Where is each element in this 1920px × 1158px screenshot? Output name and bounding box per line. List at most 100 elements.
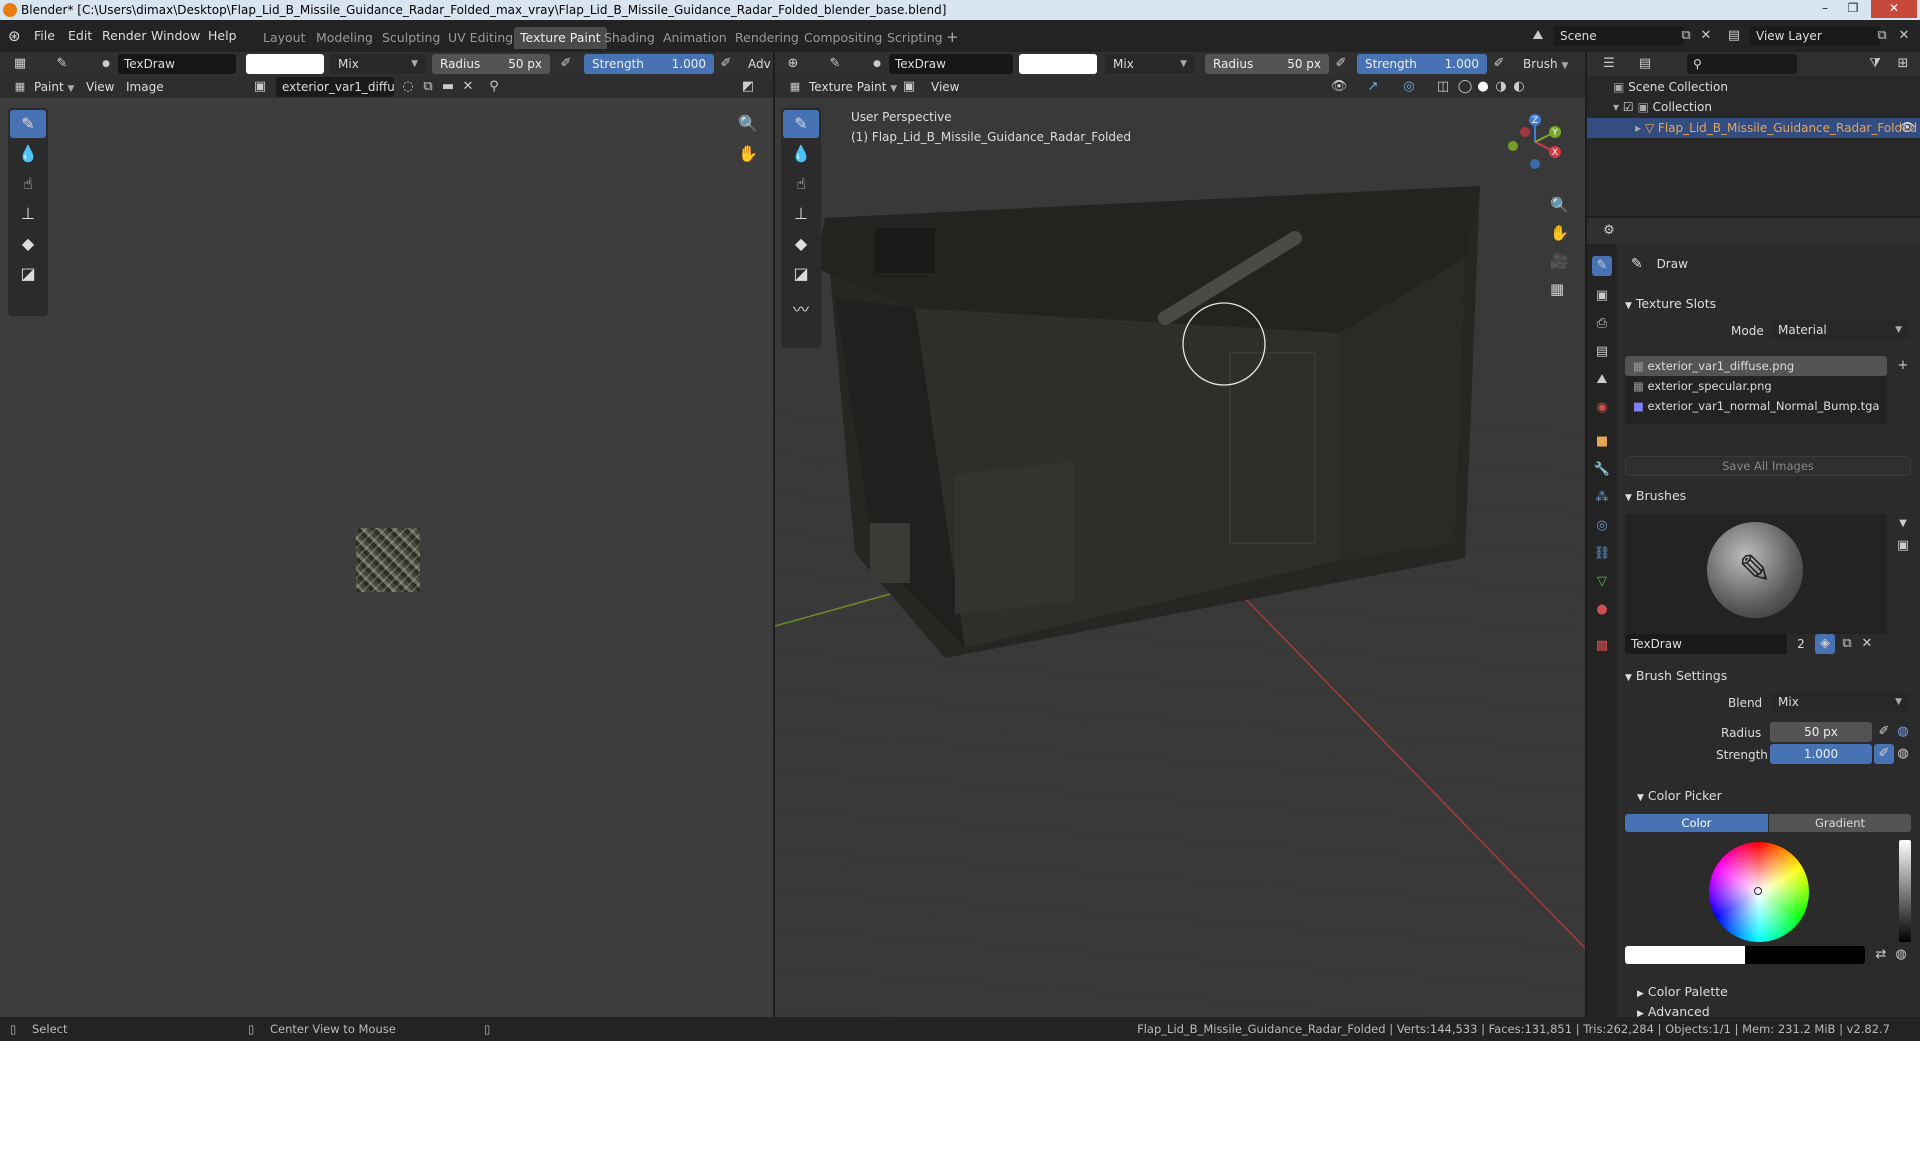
pressure-icon[interactable]: ✐ bbox=[1874, 722, 1894, 742]
tab-texture-paint[interactable]: Texture Paint bbox=[514, 27, 607, 49]
scene-field[interactable]: Scene bbox=[1554, 26, 1684, 46]
zoom-icon[interactable]: 🔍 bbox=[1550, 196, 1569, 214]
strength-pressure-icon[interactable]: ✐ bbox=[716, 54, 736, 74]
tab-color[interactable]: Color bbox=[1625, 814, 1768, 832]
3d-viewport[interactable]: User Perspective (1) Flap_Lid_B_Missile_… bbox=[775, 98, 1585, 1017]
minimize-button[interactable]: – bbox=[1811, 0, 1839, 18]
blend-dropdown[interactable]: Mix ▼ bbox=[1105, 54, 1195, 74]
unlink-image-icon[interactable]: ✕ bbox=[458, 77, 478, 97]
grid-view-icon[interactable]: ▦ bbox=[1550, 280, 1564, 298]
pan-hand-icon[interactable]: ✋ bbox=[738, 144, 758, 163]
soften-tool-icon[interactable]: 💧 bbox=[783, 140, 819, 168]
tab-rendering[interactable]: Rendering bbox=[729, 27, 805, 49]
delete-view-layer-icon[interactable]: ✕ bbox=[1894, 26, 1914, 46]
secondary-color-swatch[interactable] bbox=[1745, 946, 1865, 964]
tab-shading[interactable]: Shading bbox=[598, 27, 661, 49]
tab-modeling[interactable]: Modeling bbox=[310, 27, 379, 49]
brush-preview-box[interactable]: ✎ bbox=[1625, 514, 1887, 634]
strength-field[interactable]: Strength 1.000 bbox=[584, 54, 714, 74]
new-image-icon[interactable]: ⧉ bbox=[418, 77, 438, 97]
zoom-icon[interactable]: 🔍 bbox=[738, 114, 758, 133]
visibility-icon[interactable]: 👁 bbox=[1329, 77, 1349, 97]
view-layer-tab-icon[interactable]: ▤ bbox=[1592, 342, 1612, 362]
scene-icon[interactable]: ⛰ bbox=[1528, 26, 1548, 46]
tab-layout[interactable]: Layout bbox=[257, 27, 312, 49]
outliner-editor-type-icon[interactable]: ☰ bbox=[1599, 54, 1619, 74]
eye-icon[interactable]: 👁 bbox=[1900, 120, 1915, 134]
texture-slot-item[interactable]: ■ exterior_var1_normal_Normal_Bump.tga bbox=[1625, 396, 1879, 416]
editor-type-icon[interactable]: ⊕ bbox=[783, 54, 803, 74]
swap-colors-icon[interactable]: ⇄ bbox=[1871, 945, 1891, 965]
color-wheel-cursor[interactable] bbox=[1754, 887, 1762, 895]
unified-size-icon[interactable]: ◍ bbox=[1893, 722, 1913, 742]
new-scene-icon[interactable]: ⧉ bbox=[1676, 26, 1696, 46]
unlink-brush-icon[interactable]: ✕ bbox=[1857, 634, 1877, 654]
unified-color-icon[interactable]: ◍ bbox=[1891, 945, 1911, 965]
image-editor-canvas[interactable]: ✎ 💧 ☝ ⊥ ◆ ◪ 🔍 ✋ bbox=[0, 98, 773, 1017]
smear-tool-icon[interactable]: ☝ bbox=[783, 170, 819, 198]
outliner-search-input[interactable]: ⚲ bbox=[1687, 54, 1797, 74]
tool-tab-icon[interactable]: ✎ bbox=[1592, 256, 1612, 276]
blend-dropdown[interactable]: Mix ▼ bbox=[330, 54, 426, 74]
display-mode-icon[interactable]: ▤ bbox=[1635, 54, 1655, 74]
menu-view[interactable]: View bbox=[86, 77, 114, 97]
add-workspace-icon[interactable]: + bbox=[946, 28, 959, 46]
menu-image[interactable]: Image bbox=[126, 77, 164, 97]
image-browse-icon[interactable]: ▣ bbox=[250, 77, 270, 97]
data-tab-icon[interactable]: ▽ bbox=[1592, 572, 1612, 592]
texture-slot-item[interactable]: ▦ exterior_var1_diffuse.png bbox=[1625, 356, 1887, 376]
advanced-panel-header[interactable]: ▶ Advanced bbox=[1637, 1004, 1710, 1017]
tab-uv-editing[interactable]: UV Editing bbox=[442, 27, 519, 49]
save-all-images-button[interactable]: Save All Images bbox=[1625, 456, 1911, 476]
pressure-icon[interactable]: ✐ bbox=[556, 54, 576, 74]
strength-field[interactable]: 1.000 bbox=[1770, 744, 1872, 764]
strength-pressure-icon[interactable]: ✐ bbox=[1874, 744, 1894, 764]
view-layer-icon[interactable]: ▤ bbox=[1724, 26, 1744, 46]
menu-file[interactable]: File bbox=[34, 26, 55, 46]
scene-tab-icon[interactable]: ⛰ bbox=[1592, 370, 1612, 390]
close-button[interactable]: ✕ bbox=[1871, 0, 1917, 18]
outliner-item-object[interactable]: ▸ ▽ Flap_Lid_B_Missile_Guidance_Radar_Fo… bbox=[1587, 118, 1920, 138]
expand-icon[interactable]: ▾ bbox=[1613, 100, 1619, 114]
menu-render[interactable]: Render bbox=[102, 26, 147, 46]
mask-tool-icon[interactable]: ◪ bbox=[783, 260, 819, 288]
editor-type-icon[interactable]: ▦ bbox=[10, 54, 30, 74]
brush-menu[interactable]: Brush ▼ bbox=[1523, 54, 1568, 74]
fill-tool-icon[interactable]: ◆ bbox=[10, 230, 46, 258]
wireframe-shading-icon[interactable]: ◯ bbox=[1455, 77, 1475, 97]
draw-tool-icon[interactable]: ✎ bbox=[10, 110, 46, 138]
brush-name-field[interactable]: TexDraw bbox=[1625, 634, 1787, 654]
new-brush-icon[interactable]: ⧉ bbox=[1837, 634, 1857, 654]
strength-field[interactable]: Strength 1.000 bbox=[1357, 54, 1487, 74]
brush-datablock-icon[interactable]: ● bbox=[96, 54, 116, 74]
gizmo-toggle-icon[interactable]: ↗ bbox=[1363, 77, 1383, 97]
fill-tool-icon[interactable]: ◆ bbox=[783, 230, 819, 258]
open-image-icon[interactable]: ▬ bbox=[438, 77, 458, 97]
add-slot-icon[interactable]: + bbox=[1893, 356, 1913, 376]
tab-gradient[interactable]: Gradient bbox=[1769, 814, 1911, 832]
xray-icon[interactable]: ◫ bbox=[1433, 77, 1453, 97]
output-tab-icon[interactable]: ⎙ bbox=[1592, 314, 1612, 334]
brush-name-field[interactable]: TexDraw bbox=[889, 54, 1013, 74]
current-color-swatch[interactable] bbox=[1625, 946, 1745, 964]
solid-shading-icon[interactable]: ● bbox=[1473, 77, 1493, 97]
brush-datablock-icon[interactable]: ● bbox=[867, 54, 887, 74]
clone-tool-icon[interactable]: ⊥ bbox=[10, 200, 46, 228]
unified-strength-icon[interactable]: ◍ bbox=[1893, 744, 1913, 764]
fake-user-icon[interactable]: ◈ bbox=[1815, 634, 1835, 654]
world-tab-icon[interactable]: ◉ bbox=[1592, 398, 1612, 418]
paint-mode-dropdown[interactable]: Paint ▼ bbox=[34, 77, 74, 97]
expand-icon[interactable]: ▸ bbox=[1635, 121, 1641, 135]
brush-icon-toggle[interactable]: ▣ bbox=[1893, 536, 1913, 556]
blend-dropdown[interactable]: Mix ▼ bbox=[1770, 692, 1910, 712]
slot-mode-dropdown[interactable]: Material ▼ bbox=[1770, 320, 1910, 340]
soften-tool-icon[interactable]: 💧 bbox=[10, 140, 46, 168]
texture-slots-panel-header[interactable]: ▼ Texture Slots bbox=[1625, 296, 1716, 311]
outliner-item-scene-collection[interactable]: ▣ Scene Collection bbox=[1613, 80, 1728, 94]
material-shading-icon[interactable]: ◑ bbox=[1491, 77, 1511, 97]
radius-field[interactable]: 50 px bbox=[1770, 722, 1872, 742]
face-mask-icon[interactable]: ▣ bbox=[899, 77, 919, 97]
value-slider[interactable] bbox=[1899, 840, 1911, 942]
tab-sculpting[interactable]: Sculpting bbox=[376, 27, 446, 49]
mode-dropdown[interactable]: Texture Paint ▼ bbox=[809, 77, 897, 97]
